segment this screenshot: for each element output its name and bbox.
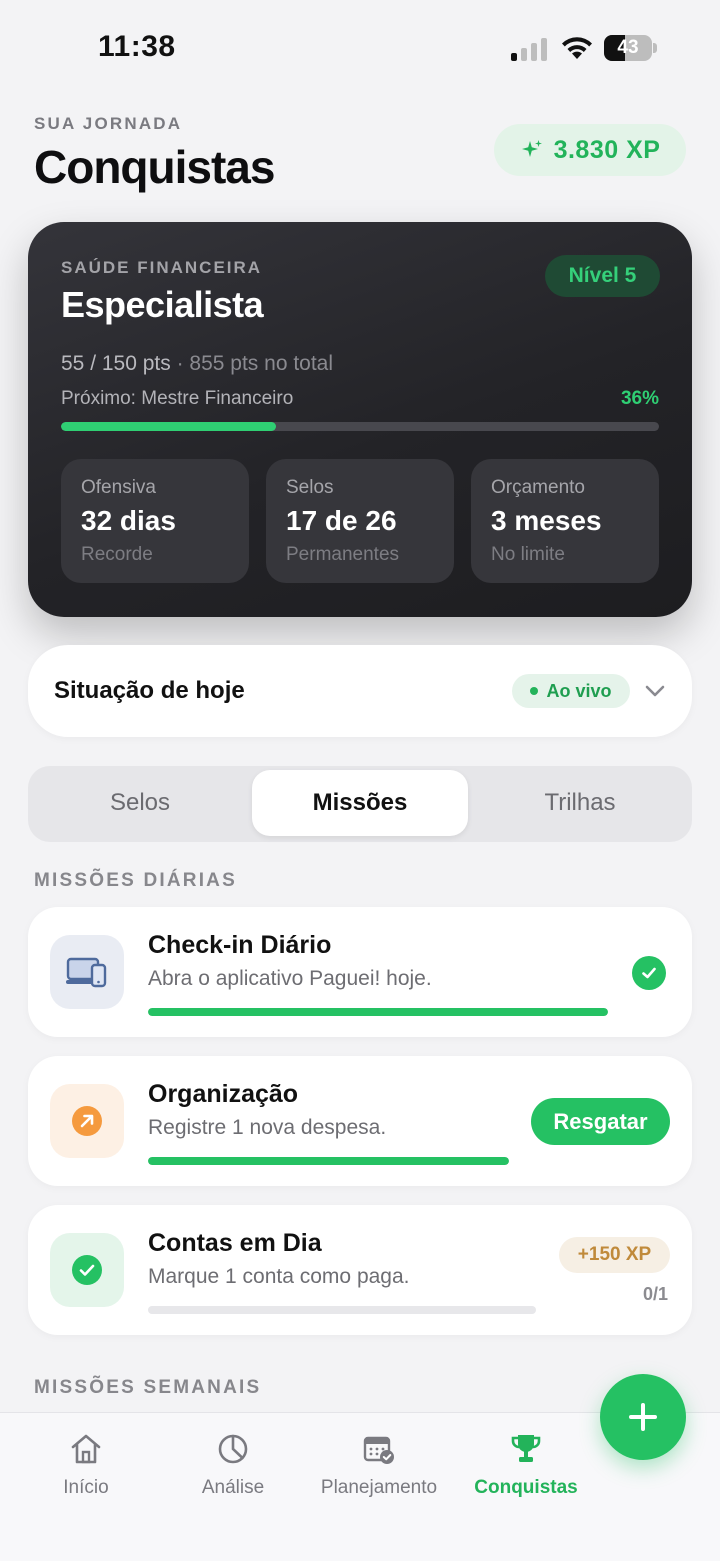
mission-description: Marque 1 conta como paga. [148,1265,410,1288]
health-level-title: Especialista [61,284,264,325]
battery-level: 43 [617,37,639,58]
completed-check-icon [632,956,666,990]
level-badge: Nível 5 [545,255,660,297]
today-status-card[interactable]: Situação de hoje Ao vivo [28,645,692,737]
mission-icon-tile [50,1084,124,1158]
page-eyebrow: SUA JORNADA [34,114,183,133]
stat-budget[interactable]: Orçamento 3 meses No limite [471,459,659,583]
live-badge: Ao vivo [512,674,630,708]
stat-subtitle: No limite [491,544,565,565]
xp-total-badge[interactable]: 3.830 XP [494,124,686,176]
stat-subtitle: Permanentes [286,544,400,565]
health-eyebrow: SAÚDE FINANCEIRA [61,258,263,277]
financial-health-card[interactable]: SAÚDE FINANCEIRA Especialista Nível 5 55… [28,222,692,617]
live-badge-label: Ao vivo [546,680,612,701]
xp-reward-badge: +150 XP [559,1237,670,1273]
next-level-label: Próximo: Mestre Financeiro [61,388,294,409]
nav-conquistas[interactable]: Conquistas [451,1431,601,1499]
stat-streak[interactable]: Ofensiva 32 dias Recorde [61,459,249,583]
stat-value: 17 de 26 [286,505,397,536]
nav-planejamento[interactable]: Planejamento [304,1431,454,1499]
stat-label: Selos [286,477,334,498]
points-summary: 55 / 150 pts · 855 pts no total [61,352,333,376]
stat-subtitle: Recorde [81,544,153,565]
xp-total-value: 3.830 XP [553,135,661,164]
chevron-down-icon[interactable] [642,679,668,703]
plus-icon [629,1403,657,1431]
level-progress-bar [61,422,659,431]
stat-value: 32 dias [81,505,176,536]
mission-icon-tile [50,1233,124,1307]
nav-analise[interactable]: Análise [158,1431,308,1499]
nav-label: Análise [201,1477,265,1498]
arrow-up-right-icon [72,1106,102,1136]
status-bar: 11:38 43 [0,0,720,96]
mission-progress-fill [148,1157,509,1165]
weekly-missions-heading: MISSÕES SEMANAIS [34,1377,262,1398]
calendar-check-icon [363,1436,394,1464]
live-dot-icon [530,687,539,695]
battery-icon: 43 [604,35,658,61]
mission-progress-bar [148,1157,509,1165]
page-title: Conquistas [34,141,275,193]
stat-badges[interactable]: Selos 17 de 26 Permanentes [266,459,454,583]
mission-progress-bar [148,1306,536,1314]
nav-label: Início [63,1477,109,1498]
mission-title: Organização [148,1080,299,1108]
sparkles-icon [521,140,542,157]
mission-card-contas[interactable]: Contas em Dia Marque 1 conta como paga. … [28,1205,692,1335]
stat-label: Orçamento [491,477,585,498]
mission-title: Contas em Dia [148,1229,322,1257]
points-progress: 55 / 150 pts [61,352,171,375]
tab-selos[interactable]: Selos [32,770,248,836]
today-status-title: Situação de hoje [54,677,245,704]
points-total: 855 pts no total [189,352,334,375]
mission-title: Check-in Diário [148,931,332,959]
nav-label: Planejamento [320,1477,438,1498]
nav-label: Conquistas [474,1477,578,1498]
mission-progress-fill [148,1008,608,1016]
claim-reward-button[interactable]: Resgatar [531,1098,670,1145]
wifi-icon [562,37,592,59]
stat-value: 3 meses [491,505,602,536]
add-button[interactable] [600,1374,686,1460]
mission-description: Registre 1 nova despesa. [148,1116,387,1139]
nav-inicio[interactable]: Início [11,1431,161,1499]
mission-card-organizacao[interactable]: Organização Registre 1 nova despesa. Res… [28,1056,692,1186]
home-icon [71,1434,101,1464]
points-separator: · [170,352,190,375]
achievements-tab-control: Selos Missões Trilhas [28,766,692,842]
mission-icon-tile [50,935,124,1009]
mission-progress-bar [148,1008,608,1016]
level-progress-fill [61,422,277,431]
mission-card-checkin[interactable]: Check-in Diário Abra o aplicativo Paguei… [28,907,692,1037]
mission-description: Abra o aplicativo Paguei! hoje. [148,967,432,990]
stat-label: Ofensiva [81,477,156,498]
daily-missions-heading: MISSÕES DIÁRIAS [34,870,237,891]
pie-chart-icon [218,1434,248,1464]
trophy-icon [511,1435,541,1462]
cellular-signal-icon [511,38,547,61]
devices-icon [66,957,107,988]
level-progress-percent: 36% [620,388,659,409]
mission-count: 0/1 [642,1284,668,1304]
status-time: 11:38 [98,30,176,63]
check-circle-icon [72,1255,102,1285]
tab-missoes[interactable]: Missões [252,770,468,836]
tab-trilhas[interactable]: Trilhas [472,770,688,836]
